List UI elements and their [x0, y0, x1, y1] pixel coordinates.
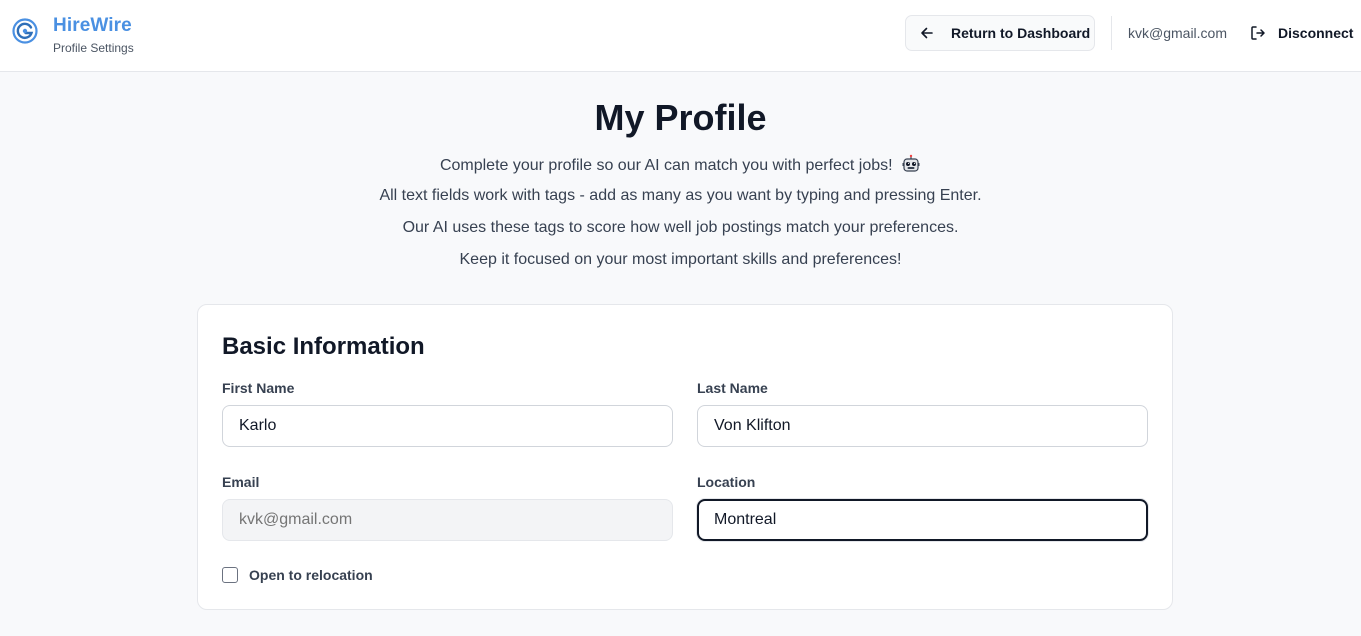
- location-input[interactable]: [697, 499, 1148, 541]
- last-name-input[interactable]: [697, 405, 1148, 447]
- relocation-checkbox[interactable]: [222, 567, 238, 583]
- brand-name: HireWire: [53, 15, 132, 36]
- intro-line-2: All text fields work with tags - add as …: [379, 187, 982, 204]
- email-field[interactable]: [222, 499, 673, 541]
- relocation-label: Open to relocation: [249, 567, 373, 583]
- robot-face-icon: [902, 154, 920, 172]
- user-email: kvk@gmail.com: [1128, 25, 1228, 41]
- basic-information-card: Basic Information First Name Last Name E…: [197, 304, 1173, 610]
- basic-information-title: Basic Information: [222, 333, 425, 360]
- disconnect-button[interactable]: Disconnect: [1250, 22, 1353, 44]
- first-name-label: First Name: [222, 380, 295, 396]
- top-bar: HireWire Profile Settings Return to Dash…: [0, 0, 1361, 72]
- email-label: Email: [222, 474, 260, 490]
- location-label: Location: [697, 474, 756, 490]
- intro-line-1: Complete your profile so our AI can matc…: [0, 154, 1361, 176]
- intro-line-4: Keep it focused on your most important s…: [459, 251, 902, 268]
- relocation-option[interactable]: Open to relocation: [222, 567, 373, 583]
- header-divider: [1111, 16, 1112, 50]
- return-to-dashboard-label: Return to Dashboard: [951, 25, 1091, 41]
- first-name-input[interactable]: [222, 405, 673, 447]
- disconnect-label: Disconnect: [1278, 25, 1354, 41]
- logout-icon: [1251, 26, 1265, 40]
- return-to-dashboard-button[interactable]: Return to Dashboard: [905, 15, 1095, 51]
- hirewire-logo-icon: [12, 18, 38, 44]
- arrow-left-icon: [921, 27, 933, 39]
- intro-line-3: Our AI uses these tags to score how well…: [402, 219, 959, 236]
- brand-subtitle: Profile Settings: [53, 41, 134, 55]
- last-name-label: Last Name: [697, 380, 768, 396]
- intro-line-1-text: Complete your profile so our AI can matc…: [439, 157, 893, 174]
- brand[interactable]: HireWire Profile Settings: [12, 14, 134, 56]
- page-title: My Profile: [594, 97, 767, 138]
